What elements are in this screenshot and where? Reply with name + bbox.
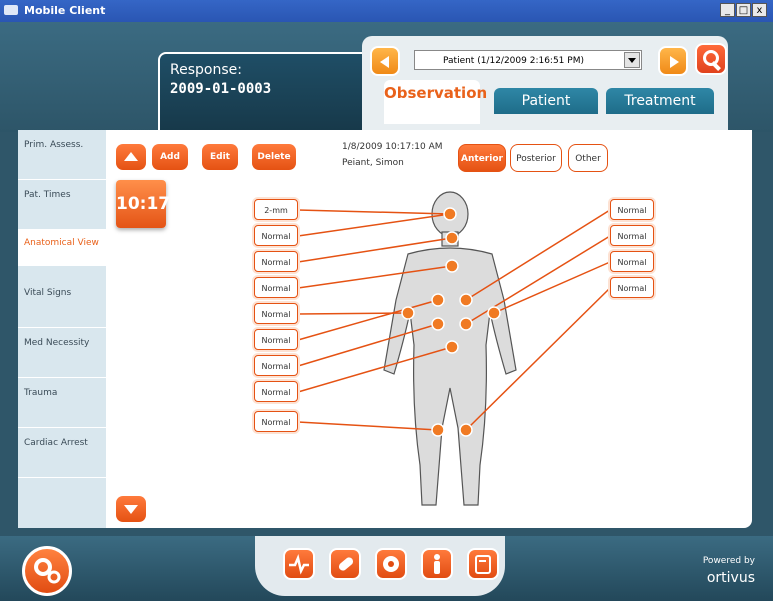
patient-select[interactable]: Patient (1/12/2009 2:16:51 PM) [414,50,642,70]
sidebar-item-med-necessity[interactable]: Med Necessity [18,328,106,378]
marker-left-knee[interactable] [459,423,473,437]
callout-label[interactable]: Normal [254,355,298,376]
body-view-button[interactable] [421,548,453,580]
sidebar-item-cardiac-arrest[interactable]: Cardiac Arrest [18,428,106,478]
window-title: Mobile Client [24,4,106,17]
search-button[interactable] [695,43,727,75]
timer-button[interactable] [375,548,407,580]
maximize-button[interactable]: □ [736,3,751,17]
marker-left-lower-abdomen[interactable] [459,317,473,331]
callout-label[interactable]: Normal [610,251,654,272]
sidebar-item-trauma[interactable]: Trauma [18,378,106,428]
marker-pelvis[interactable] [445,340,459,354]
brand-logo: ortivus [706,570,755,586]
response-panel: Response: 2009-01-0003 [158,52,374,132]
callout-label[interactable]: Normal [610,225,654,246]
marker-right-upper-abdomen[interactable] [431,293,445,307]
callout-label[interactable]: Normal [254,303,298,324]
tab-treatment[interactable]: Treatment [606,88,714,114]
marker-right-knee[interactable] [431,423,445,437]
title-bar: Mobile Client _ □ x [0,0,773,22]
document-icon [475,555,491,574]
callout-label[interactable]: Normal [254,251,298,272]
response-label: Response: [170,62,242,78]
marker-right-arm[interactable] [401,306,415,320]
settings-button[interactable] [22,546,72,596]
close-button[interactable]: x [752,3,767,17]
pill-icon [338,557,354,571]
callout-label[interactable]: Normal [610,199,654,220]
app-icon [4,5,18,15]
sidebar-item-pat-times[interactable]: Pat. Times [18,180,106,230]
callout-label[interactable]: Normal [254,329,298,350]
tab-observation[interactable]: Observation [384,80,487,124]
report-button[interactable] [467,548,499,580]
previous-record-button[interactable] [370,46,400,76]
marker-left-upper-abdomen[interactable] [459,293,473,307]
patient-select-value: Patient (1/12/2009 2:16:51 PM) [443,56,584,66]
callout-label[interactable]: Normal [254,225,298,246]
response-number: 2009-01-0003 [170,81,272,97]
sidebar-item-anatomical-view[interactable]: Anatomical View [18,230,106,266]
person-icon [434,554,440,574]
medication-button[interactable] [329,548,361,580]
clock-icon [383,556,399,572]
tab-patient[interactable]: Patient [494,88,598,114]
heartbeat-icon [289,553,309,575]
marker-left-arm[interactable] [487,306,501,320]
marker-chest[interactable] [445,259,459,273]
sidebar-item-vital-signs[interactable]: Vital Signs [18,278,106,328]
callout-label[interactable]: Normal [254,381,298,402]
dropdown-arrow-icon[interactable] [624,52,640,68]
marker-neck[interactable] [445,231,459,245]
marker-head[interactable] [443,207,457,221]
marker-right-lower-abdomen[interactable] [431,317,445,331]
callout-label[interactable]: Normal [610,277,654,298]
callout-label[interactable]: 2-mm [254,199,298,220]
powered-by-label: Powered by [702,556,755,566]
callout-label[interactable]: Normal [254,277,298,298]
callout-label[interactable]: Normal [254,411,298,432]
sidebar-item-prim-assess[interactable]: Prim. Assess. [18,130,106,180]
anatomical-diagram [297,191,611,506]
anatomical-view-panel: Add Edit Delete 10:17 1/8/2009 10:17:10 … [106,130,752,528]
vitals-button[interactable] [283,548,315,580]
sidebar: Prim. Assess. Pat. Times Anatomical View… [18,130,106,528]
gear-icon [34,558,61,584]
quick-action-dock [255,536,505,596]
navigation-panel: Patient (1/12/2009 2:16:51 PM) Observati… [362,36,728,132]
next-record-button[interactable] [658,46,688,76]
minimize-button[interactable]: _ [720,3,735,17]
